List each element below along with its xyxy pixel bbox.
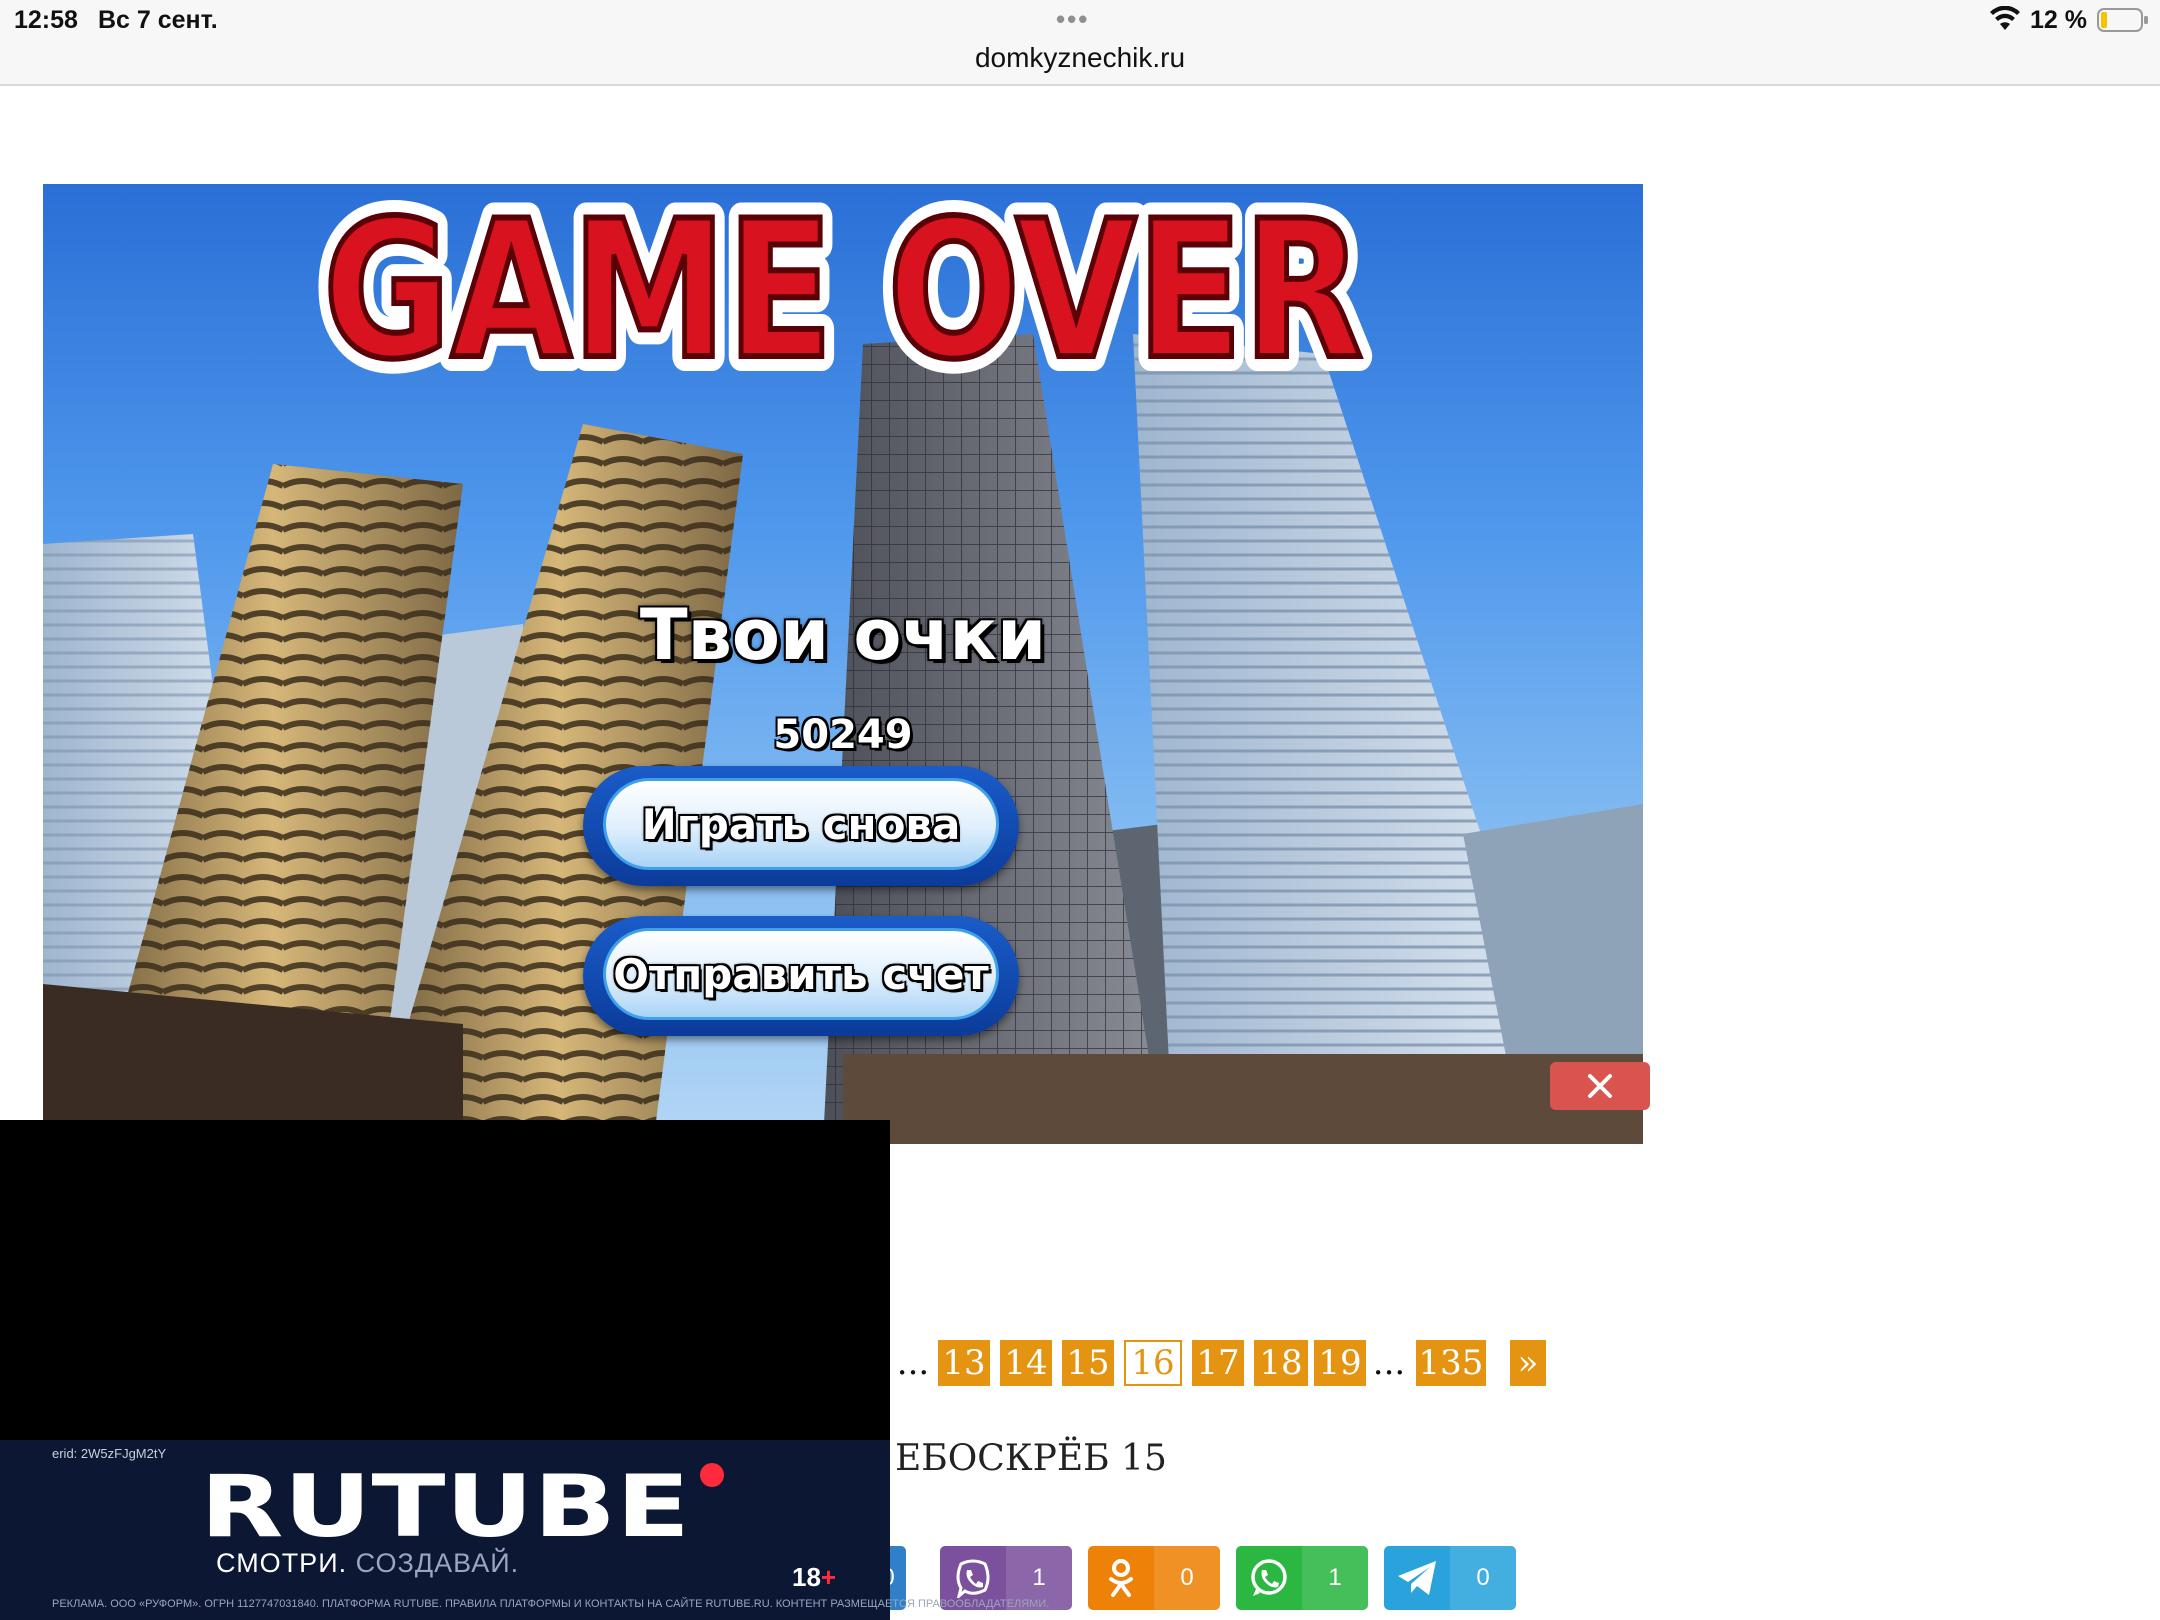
score-value: 50249 [773, 712, 913, 758]
rutube-logo: RUTUBE [200, 1462, 724, 1542]
age-rating: 18+ [792, 1562, 836, 1593]
page-link-18[interactable]: 18 [1254, 1340, 1308, 1386]
page-link-14[interactable]: 14 [1000, 1340, 1052, 1386]
game-over-title: GAME OVER GAME OVER [308, 184, 1378, 384]
submit-score-label: Отправить счет [613, 949, 989, 999]
page-next-button[interactable]: » [1510, 1340, 1546, 1386]
whatsapp-icon [1236, 1546, 1302, 1610]
browser-top-bar: 12:58 Вс 7 сент. ••• 12 % domkyznechik.r… [0, 0, 2160, 86]
page-current-16: 16 [1124, 1340, 1182, 1386]
ad-legal-text: РЕКЛАМА. ООО «РУФОРМ». ОГРН 112774703184… [52, 1598, 1050, 1610]
close-ad-button[interactable] [1550, 1062, 1650, 1110]
page-link-15[interactable]: 15 [1062, 1340, 1114, 1386]
pagination-ellipsis: ... [896, 1343, 930, 1383]
page-link-19[interactable]: 19 [1314, 1340, 1366, 1386]
ad-erid: erid: 2W5zFJgM2tY [52, 1446, 167, 1461]
age-rating-plus: + [820, 1562, 837, 1592]
page-link-17[interactable]: 17 [1192, 1340, 1244, 1386]
odnoklassniki-count: 0 [1154, 1546, 1220, 1610]
svg-text:RUTUBE: RUTUBE [200, 1462, 690, 1542]
video-ad-player[interactable] [0, 1120, 890, 1440]
share-whatsapp-button[interactable]: 1 [1236, 1546, 1368, 1610]
ad-slogan-main: СМОТРИ. [216, 1548, 348, 1578]
ad-slogan-muted: СОЗДАВАЙ. [355, 1548, 520, 1578]
ad-slogan: СМОТРИ. СОЗДАВАЙ. [216, 1548, 519, 1579]
whatsapp-count: 1 [1302, 1546, 1368, 1610]
article-heading: ЕБОСКРЁБ 15 [895, 1438, 1167, 1479]
score-label: Твои очки [639, 594, 1047, 676]
close-icon [1588, 1074, 1612, 1098]
telegram-icon [1384, 1546, 1450, 1610]
status-date: Вс 7 сент. [98, 6, 218, 34]
address-bar-url[interactable]: domkyznechik.ru [0, 42, 2160, 74]
page-link-135[interactable]: 135 [1416, 1340, 1486, 1386]
page-link-13[interactable]: 13 [938, 1340, 990, 1386]
play-again-button[interactable]: Играть снова [583, 766, 1019, 886]
age-rating-number: 18 [792, 1562, 821, 1592]
svg-text:GAME OVER: GAME OVER [323, 184, 1363, 384]
pagination-ellipsis: ... [1372, 1343, 1406, 1383]
play-again-button-face[interactable]: Играть снова [603, 778, 999, 870]
submit-score-button[interactable]: Отправить счет [583, 916, 1019, 1036]
submit-score-button-face[interactable]: Отправить счет [603, 928, 999, 1020]
odnoklassniki-icon [1088, 1546, 1154, 1610]
battery-percent: 12 % [2030, 6, 2087, 34]
status-time: 12:58 [14, 6, 78, 34]
battery-icon [2097, 8, 2148, 32]
share-odnoklassniki-button[interactable]: 0 [1088, 1546, 1220, 1610]
telegram-count: 0 [1450, 1546, 1516, 1610]
wifi-icon [1990, 6, 2020, 30]
share-telegram-button[interactable]: 0 [1384, 1546, 1516, 1610]
play-again-label: Играть снова [641, 799, 961, 849]
multitasking-dots-icon[interactable]: ••• [1056, 4, 1089, 35]
